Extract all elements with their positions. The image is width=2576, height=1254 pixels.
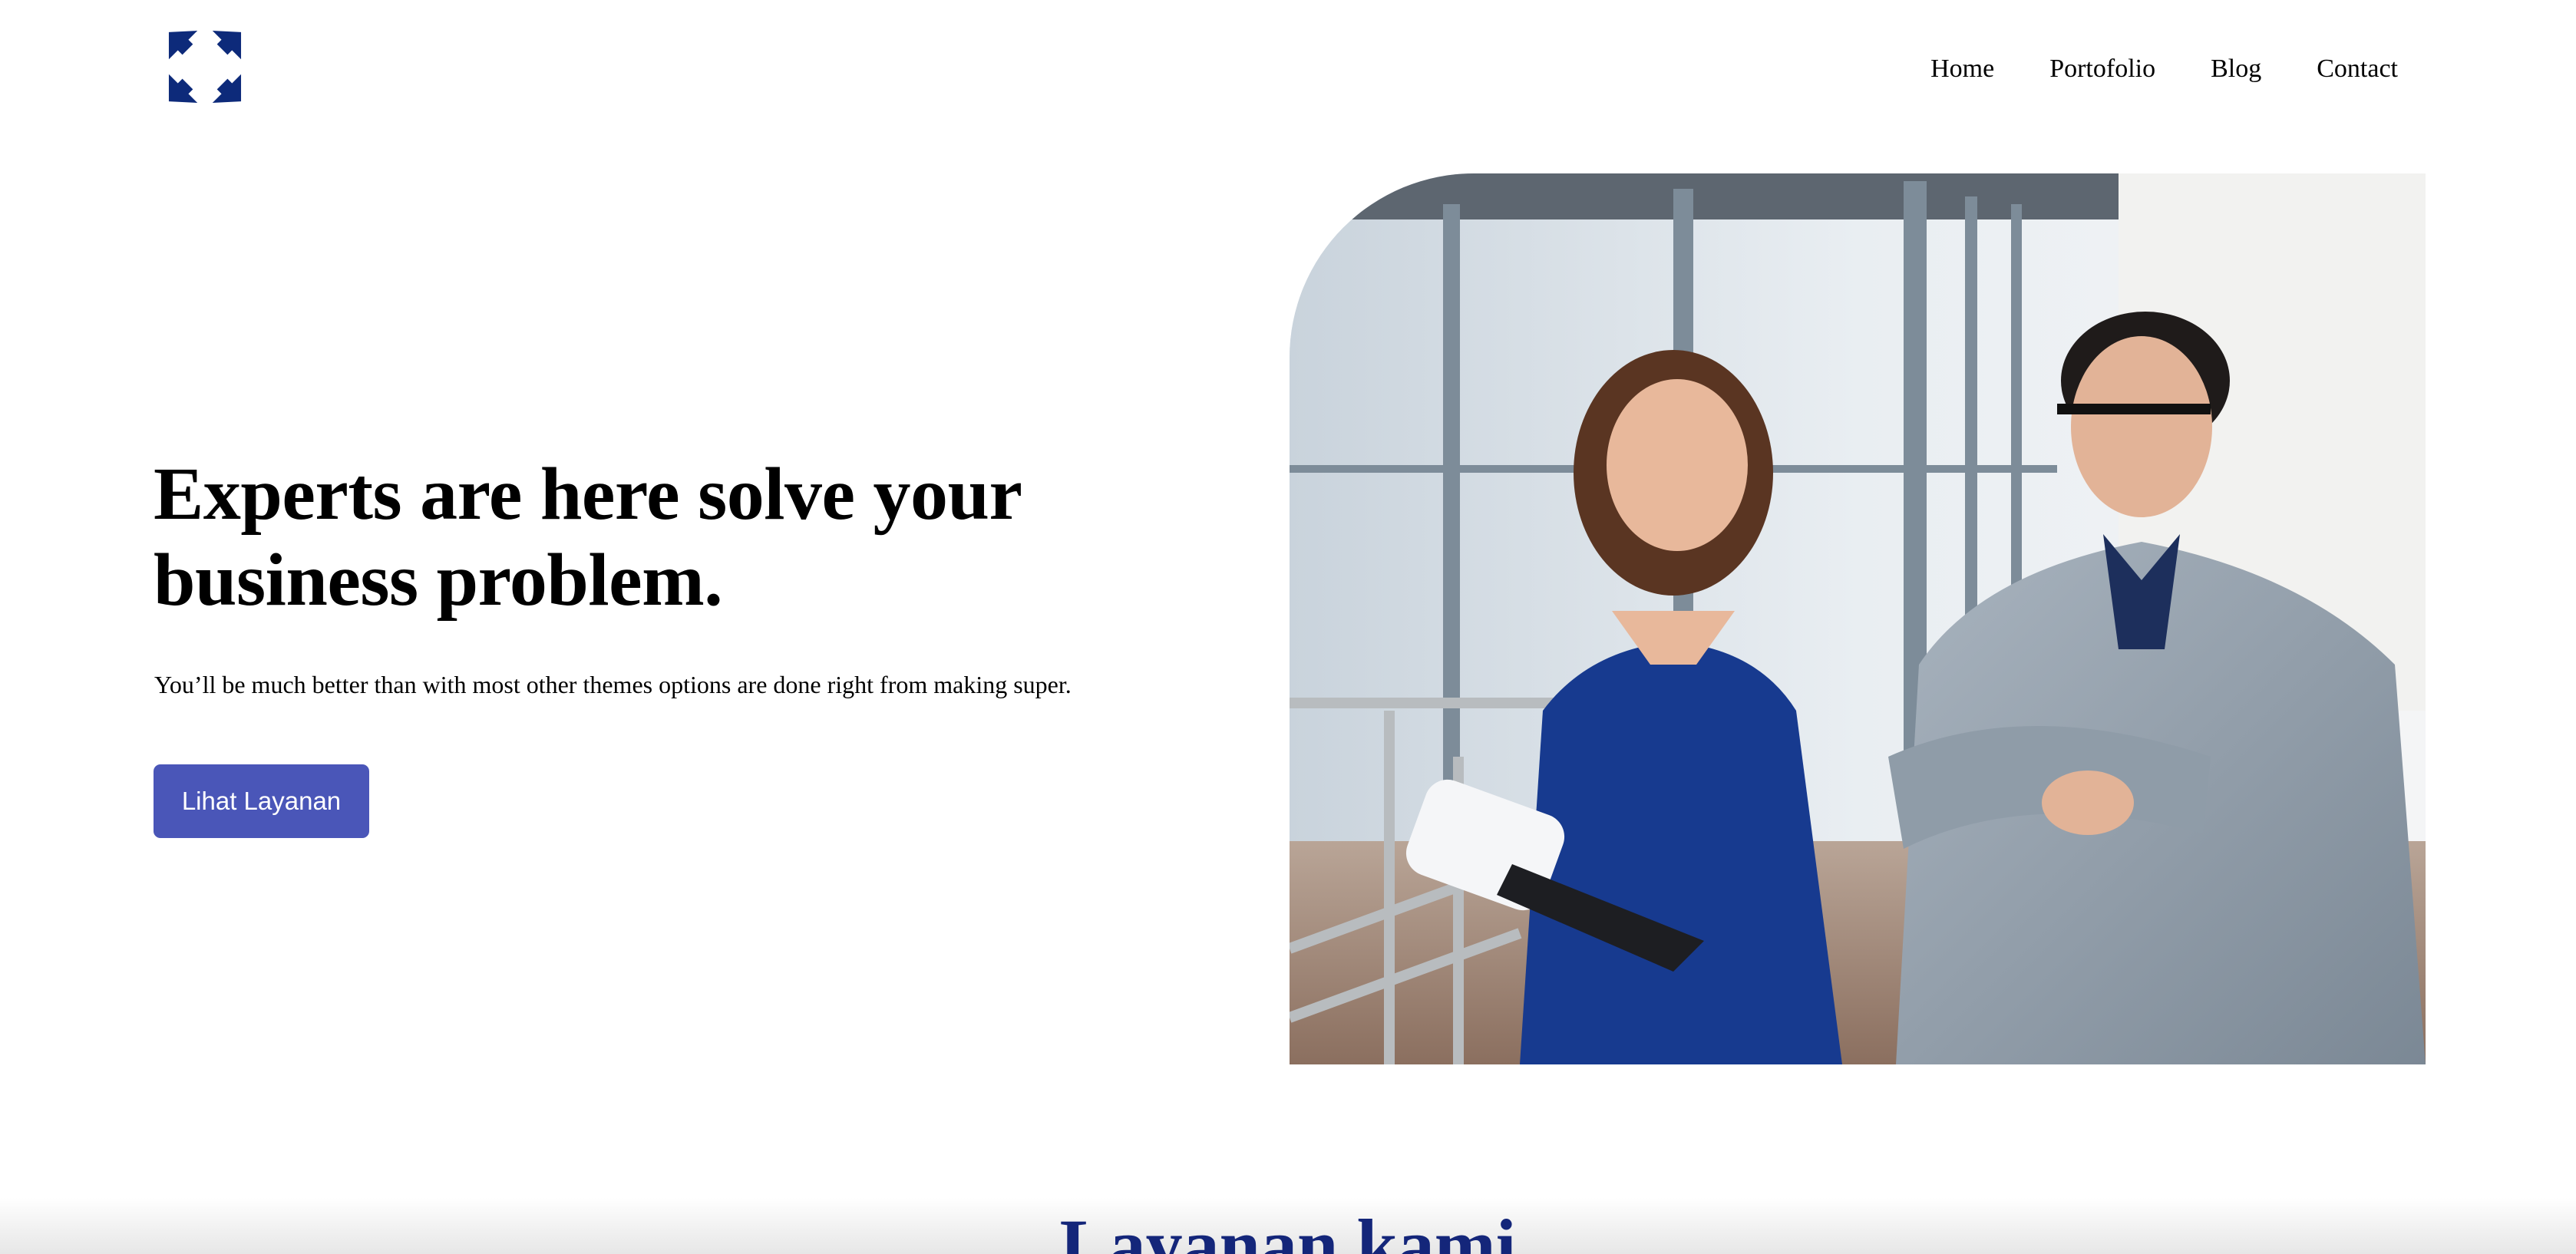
view-services-button[interactable]: Lihat Layanan: [154, 764, 369, 838]
main-nav: Home Portofolio Blog Contact: [1930, 54, 2398, 84]
nav-contact-link[interactable]: Contact: [2317, 54, 2398, 84]
services-title: Layanan kami: [1059, 1204, 1517, 1254]
logo-icon[interactable]: [167, 29, 243, 104]
hero-title: Experts are here solve your business pro…: [154, 453, 1021, 622]
nav-blog-link[interactable]: Blog: [2211, 54, 2261, 84]
hero-photo: [1290, 173, 2426, 1064]
office-team-photo-icon: [1290, 173, 2426, 1064]
nav-portfolio-link[interactable]: Portofolio: [2049, 54, 2155, 84]
nav-home-link[interactable]: Home: [1930, 54, 1994, 84]
hero-subtitle: You’ll be much better than with most oth…: [154, 671, 1072, 698]
